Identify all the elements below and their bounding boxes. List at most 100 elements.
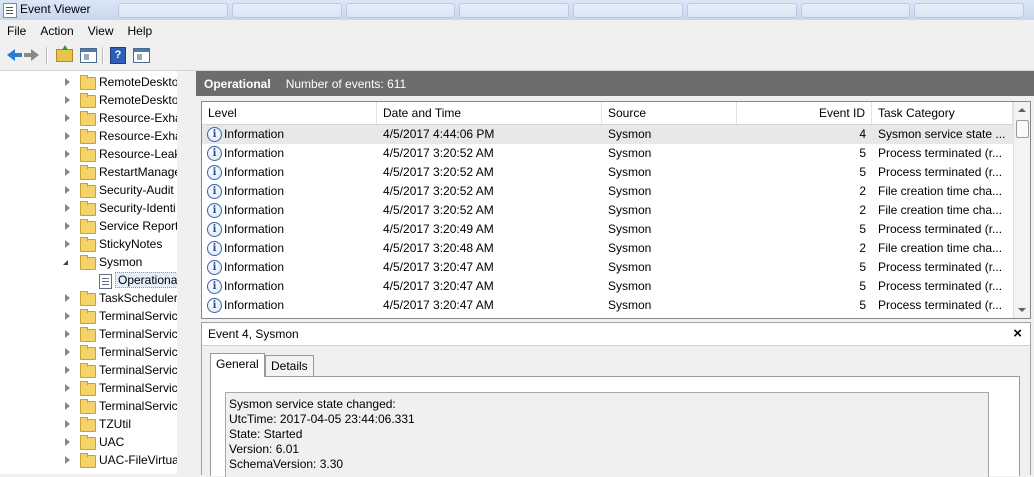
expand-icon[interactable] bbox=[65, 456, 70, 464]
up-one-level-button[interactable] bbox=[55, 44, 73, 64]
tree-item-label: TerminalServic bbox=[99, 381, 178, 395]
tree-item-label: TZUtil bbox=[99, 417, 131, 431]
cell-level: Information bbox=[224, 203, 285, 217]
menu-view[interactable]: View bbox=[81, 24, 121, 38]
folder-icon bbox=[80, 327, 96, 342]
help-button[interactable]: ? bbox=[109, 46, 127, 64]
cell-source: Sysmon bbox=[608, 127, 652, 141]
expand-icon[interactable] bbox=[65, 114, 70, 122]
tree-item[interactable]: TerminalServic bbox=[0, 380, 177, 398]
expand-icon[interactable] bbox=[65, 222, 70, 230]
table-row[interactable]: i Information 4/5/2017 4:44:06 PM Sysmon 4 Sy… bbox=[202, 125, 1013, 144]
table-row[interactable]: i Information 4/5/2017 3:20:52 AM Sysmon 2 Fi… bbox=[202, 201, 1013, 220]
log-pane: Operational Number of events: 611 Level … bbox=[196, 71, 1034, 477]
column-header-source[interactable]: Source bbox=[602, 102, 737, 124]
expand-icon[interactable] bbox=[65, 96, 70, 104]
table-row[interactable]: i Information 4/5/2017 3:20:49 AM Sysmon 5 Pr… bbox=[202, 220, 1013, 239]
expand-icon[interactable] bbox=[65, 330, 70, 338]
menu-action[interactable]: Action bbox=[33, 24, 80, 38]
table-row[interactable]: i Information 4/5/2017 3:20:48 AM Sysmon 2 Fi… bbox=[202, 239, 1013, 258]
folder-icon bbox=[80, 183, 96, 198]
expand-icon[interactable] bbox=[65, 168, 70, 176]
expand-icon[interactable] bbox=[65, 312, 70, 320]
cell-task-category: Process terminated (r... bbox=[878, 260, 1003, 274]
tree-item[interactable]: Service Report bbox=[0, 218, 177, 236]
column-header-event-id[interactable]: Event ID bbox=[737, 102, 872, 124]
expand-icon[interactable] bbox=[65, 186, 70, 194]
folder-icon bbox=[80, 417, 96, 432]
tree-item[interactable]: TerminalServic bbox=[0, 308, 177, 326]
cell-date-time: 4/5/2017 3:20:47 AM bbox=[383, 298, 494, 312]
expand-icon[interactable] bbox=[65, 402, 70, 410]
information-icon: i bbox=[207, 298, 222, 313]
table-row[interactable]: i Information 4/5/2017 3:20:47 AM Sysmon 5 Pr… bbox=[202, 277, 1013, 296]
tree-item[interactable]: TZUtil bbox=[0, 416, 177, 434]
show-hide-action-pane-button[interactable] bbox=[132, 46, 150, 64]
tree-item[interactable]: Sysmon bbox=[0, 254, 177, 272]
folder-icon bbox=[80, 309, 96, 324]
table-row[interactable]: i Information 4/5/2017 3:20:52 AM Sysmon 5 Pr… bbox=[202, 163, 1013, 182]
scroll-thumb[interactable] bbox=[1016, 120, 1029, 138]
folder-icon bbox=[80, 111, 96, 126]
event-description[interactable]: Sysmon service state changed: UtcTime: 2… bbox=[225, 392, 989, 477]
scroll-up-icon[interactable] bbox=[1018, 108, 1026, 112]
back-button[interactable] bbox=[2, 46, 22, 64]
expand-icon[interactable] bbox=[65, 204, 70, 212]
tree-item[interactable]: RemoteDeskto bbox=[0, 74, 177, 92]
expand-icon[interactable] bbox=[65, 78, 70, 86]
tree-item-label: Operationa bbox=[115, 272, 177, 288]
collapse-icon[interactable] bbox=[63, 260, 68, 265]
table-row[interactable]: i Information 4/5/2017 3:20:52 AM Sysmon 2 Fi… bbox=[202, 182, 1013, 201]
tree-item[interactable]: RemoteDeskto bbox=[0, 92, 177, 110]
tree-item[interactable]: Security-Audit bbox=[0, 182, 177, 200]
help-icon: ? bbox=[110, 46, 126, 64]
folder-icon bbox=[80, 147, 96, 162]
cell-event-id: 2 bbox=[859, 203, 866, 217]
tree-item[interactable]: TerminalServic bbox=[0, 326, 177, 344]
tree-item[interactable]: TerminalServic bbox=[0, 362, 177, 380]
tree-item[interactable]: TerminalServic bbox=[0, 344, 177, 362]
tree-item[interactable]: Resource-Exha bbox=[0, 128, 177, 146]
expand-icon[interactable] bbox=[65, 348, 70, 356]
tree-item[interactable]: TerminalServic bbox=[0, 398, 177, 416]
expand-icon[interactable] bbox=[65, 132, 70, 140]
column-header-date-time[interactable]: Date and Time bbox=[377, 102, 602, 124]
menu-file[interactable]: File bbox=[0, 24, 33, 38]
tree-item[interactable]: RestartManage bbox=[0, 164, 177, 182]
table-row[interactable]: i Information 4/5/2017 3:20:52 AM Sysmon 5 Pr… bbox=[202, 144, 1013, 163]
expand-icon[interactable] bbox=[65, 438, 70, 446]
column-header-task-category[interactable]: Task Category bbox=[872, 102, 1013, 124]
expand-icon[interactable] bbox=[65, 150, 70, 158]
tree-item[interactable]: TaskScheduler bbox=[0, 290, 177, 308]
column-header-level[interactable]: Level bbox=[202, 102, 377, 124]
grid-scrollbar[interactable] bbox=[1013, 102, 1030, 318]
expand-icon[interactable] bbox=[65, 384, 70, 392]
tree-item[interactable]: Resource-Leak bbox=[0, 146, 177, 164]
expand-icon[interactable] bbox=[65, 420, 70, 428]
cell-date-time: 4/5/2017 3:20:47 AM bbox=[383, 260, 494, 274]
menu-help[interactable]: Help bbox=[121, 24, 160, 38]
show-hide-console-tree-button[interactable] bbox=[79, 46, 97, 64]
forward-button[interactable] bbox=[22, 46, 40, 64]
tree-item[interactable]: UAC-FileVirtua bbox=[0, 452, 177, 470]
tree-item[interactable]: UAC bbox=[0, 434, 177, 452]
expand-icon[interactable] bbox=[65, 294, 70, 302]
cell-event-id: 5 bbox=[859, 260, 866, 274]
folder-icon bbox=[80, 291, 96, 306]
close-icon[interactable]: × bbox=[1013, 325, 1022, 342]
table-row[interactable]: i Information 4/5/2017 3:20:47 AM Sysmon 5 Pr… bbox=[202, 258, 1013, 277]
tree-scrollbar[interactable] bbox=[177, 71, 194, 474]
cell-date-time: 4/5/2017 4:44:06 PM bbox=[383, 127, 495, 141]
tree-item[interactable]: Operationa bbox=[0, 272, 177, 290]
tree-item[interactable]: Resource-Exha bbox=[0, 110, 177, 128]
tree-item[interactable]: Security-Identi bbox=[0, 200, 177, 218]
table-row[interactable]: i Information 4/5/2017 3:20:47 AM Sysmon 5 Pr… bbox=[202, 296, 1013, 315]
tab-general[interactable]: General bbox=[210, 353, 265, 377]
expand-icon[interactable] bbox=[65, 366, 70, 374]
expand-icon[interactable] bbox=[65, 240, 70, 248]
cell-date-time: 4/5/2017 3:20:52 AM bbox=[383, 203, 494, 217]
tab-details[interactable]: Details bbox=[265, 355, 314, 376]
tree-item[interactable]: StickyNotes bbox=[0, 236, 177, 254]
ghost-tab bbox=[459, 3, 569, 18]
scroll-down-icon[interactable] bbox=[1018, 308, 1026, 312]
